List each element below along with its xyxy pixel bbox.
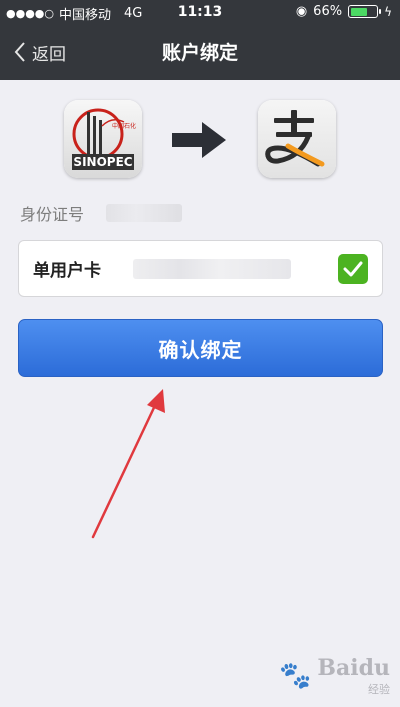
alipay-logo-graphic [258, 100, 336, 178]
battery-level [350, 7, 368, 16]
arrow-right-icon [172, 122, 226, 158]
card-label: 单用户卡 [33, 261, 101, 281]
orientation-lock-icon: ◉ [295, 4, 308, 19]
card-number-redacted [133, 258, 291, 279]
card-option[interactable]: 单用户卡 [18, 240, 383, 297]
annotation-arrow [91, 389, 165, 539]
battery-percent: 66% [313, 4, 343, 19]
charging-icon: ϟ [384, 4, 392, 19]
status-right: ◉ 66% ϟ [296, 4, 392, 19]
watermark-sub: 经验 [368, 683, 390, 696]
card-checkbox[interactable] [338, 254, 368, 284]
id-number-label: 身份证号 [20, 205, 85, 224]
battery-icon [348, 5, 382, 18]
page-title: 账户绑定 [161, 42, 238, 64]
id-number-row: 身份证号 [20, 200, 183, 226]
svg-text:中国石化: 中国石化 [112, 122, 136, 130]
id-number-value-redacted [106, 204, 183, 222]
paw-icon: 🐾 [279, 661, 312, 691]
sinopec-logo-graphic: 中国石化 SINOPEC [64, 100, 142, 178]
confirm-bind-button[interactable]: 确认绑定 [18, 319, 383, 377]
sinopec-logo: 中国石化 SINOPEC [64, 100, 142, 178]
watermark-brand: Baidu [317, 655, 390, 681]
alipay-logo [258, 100, 336, 178]
sinopec-logo-text: SINOPEC [73, 155, 132, 169]
nav-bar: 返回 账户绑定 [0, 28, 400, 76]
watermark-text: Baidu 经验 [317, 655, 390, 697]
top-header: ●●●●○ 中国移动 4G 11:13 ◉ 66% ϟ 返回 账户绑定 [0, 0, 400, 80]
status-bar: ●●●●○ 中国移动 4G 11:13 ◉ 66% ϟ [0, 0, 400, 24]
binding-logos: 中国石化 SINOPEC [0, 100, 400, 180]
baidu-watermark: 🐾 Baidu 经验 [279, 655, 390, 697]
checkmark-icon [343, 261, 363, 277]
